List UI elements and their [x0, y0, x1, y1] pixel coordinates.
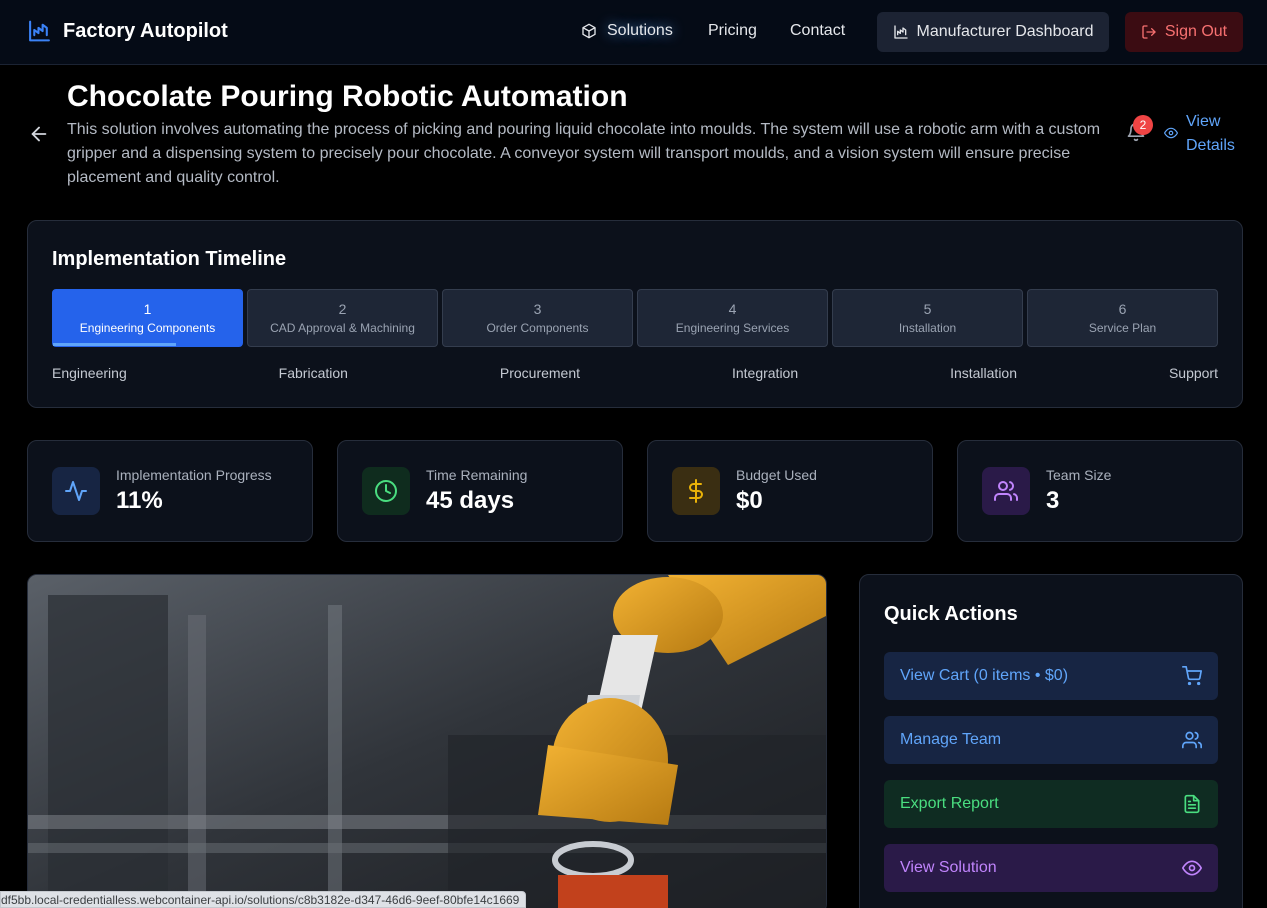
log-out-icon: [1142, 25, 1156, 39]
step-label: Installation: [898, 321, 957, 335]
cube-icon: [582, 23, 596, 39]
timeline-title: Implementation Timeline: [52, 248, 287, 270]
activity-icon: [52, 467, 100, 515]
manufacturer-dashboard-label: Manufacturer Dashboard: [916, 23, 1094, 40]
sign-out-label: Sign Out: [1164, 23, 1228, 40]
factory-chart-icon: [29, 20, 50, 42]
manage-team-label: Manage Team: [900, 731, 1002, 748]
manage-team-button[interactable]: Manage Team: [884, 716, 1218, 764]
file-text-icon: [1184, 794, 1200, 814]
phase-label: Engineering: [52, 365, 127, 381]
step-progress-bar: [53, 343, 176, 346]
timeline-step-2[interactable]: 2 CAD Approval & Machining: [247, 289, 438, 347]
step-number: 3: [533, 301, 542, 317]
quick-actions-panel: Quick Actions View Cart (0 items • $0) M…: [859, 574, 1243, 908]
stat-card-budget: Budget Used $0: [647, 440, 933, 542]
users-icon: [1182, 731, 1202, 749]
stat-value: 11%: [116, 487, 163, 514]
step-number: 5: [923, 301, 932, 317]
nav-solutions[interactable]: Solutions: [567, 8, 687, 56]
view-cart-button[interactable]: View Cart (0 items • $0): [884, 652, 1218, 700]
stat-label: Team Size: [1046, 467, 1112, 483]
stat-label: Implementation Progress: [116, 467, 272, 483]
stat-label: Time Remaining: [426, 467, 528, 483]
status-bar-url: df5bb.local-credentialless.webcontainer-…: [0, 891, 527, 908]
sign-out-button[interactable]: Sign Out: [1125, 12, 1243, 52]
eye-icon: [1164, 127, 1178, 139]
clock-icon: [362, 467, 410, 515]
stat-value: 45 days: [426, 487, 515, 514]
top-navbar: Factory Autopilot Solutions Pricing Cont…: [0, 0, 1267, 65]
page-title: Chocolate Pouring Robotic Automation: [67, 80, 628, 113]
robot-arm-illustration: [28, 575, 826, 908]
brand[interactable]: Factory Autopilot: [27, 18, 228, 44]
step-label: Service Plan: [1088, 321, 1157, 335]
eye-icon: [1182, 860, 1202, 876]
users-icon: [982, 467, 1030, 515]
nav-pricing[interactable]: Pricing: [708, 22, 757, 40]
nav-contact-label: Contact: [790, 22, 846, 39]
manufacturer-dashboard-button[interactable]: Manufacturer Dashboard: [877, 12, 1109, 52]
timeline-phases: Engineering Fabrication Procurement Inte…: [52, 365, 1218, 381]
quick-actions-title: Quick Actions: [884, 603, 1018, 625]
timeline-step-1[interactable]: 1 Engineering Components: [52, 289, 243, 347]
timeline-steps: 1 Engineering Components 2 CAD Approval …: [52, 289, 1218, 347]
solution-image: [27, 574, 827, 908]
view-details-label: View Details: [1186, 113, 1235, 154]
nav-pricing-label: Pricing: [708, 22, 757, 39]
stat-card-progress: Implementation Progress 11%: [27, 440, 313, 542]
step-number: 2: [338, 301, 347, 317]
view-cart-label: View Cart (0 items • $0): [900, 667, 1069, 684]
view-solution-button[interactable]: View Solution: [884, 844, 1218, 892]
chart-icon: [893, 25, 908, 39]
step-label: CAD Approval & Machining: [270, 321, 415, 335]
export-report-button[interactable]: Export Report: [884, 780, 1218, 828]
phase-label: Support: [1168, 365, 1218, 381]
view-details-link[interactable]: View Details: [1164, 110, 1244, 158]
stat-value: 3: [1046, 487, 1060, 514]
step-number: 6: [1118, 301, 1127, 317]
view-solution-label: View Solution: [900, 859, 997, 876]
stat-value: $0: [736, 487, 763, 514]
timeline-step-5[interactable]: 5 Installation: [832, 289, 1023, 347]
stat-card-time: Time Remaining 45 days: [337, 440, 623, 542]
phase-label: Integration: [731, 365, 799, 381]
stat-card-team: Team Size 3: [957, 440, 1243, 542]
timeline-step-3[interactable]: 3 Order Components: [442, 289, 633, 347]
phase-label: Fabrication: [278, 365, 348, 381]
dollar-icon: [672, 467, 720, 515]
implementation-timeline: Implementation Timeline 1 Engineering Co…: [27, 220, 1243, 408]
step-label: Engineering Services: [675, 321, 790, 335]
phase-label: Installation: [950, 365, 1018, 381]
notification-badge: 2: [1133, 115, 1153, 135]
step-label: Order Components: [486, 321, 589, 335]
timeline-step-6[interactable]: 6 Service Plan: [1027, 289, 1218, 347]
step-number: 1: [143, 301, 152, 317]
solution-description: This solution involves automating the pr…: [67, 121, 1101, 186]
cart-icon: [1182, 666, 1202, 686]
brand-name: Factory Autopilot: [63, 19, 228, 42]
back-arrow-icon[interactable]: [28, 123, 50, 145]
export-report-label: Export Report: [900, 795, 999, 812]
timeline-step-4[interactable]: 4 Engineering Services: [637, 289, 828, 347]
nav-contact[interactable]: Contact: [790, 22, 845, 40]
phase-label: Procurement: [499, 365, 581, 381]
stat-label: Budget Used: [736, 467, 817, 483]
step-label: Engineering Components: [79, 321, 216, 335]
step-number: 4: [728, 301, 737, 317]
nav-solutions-label: Solutions: [607, 22, 673, 39]
